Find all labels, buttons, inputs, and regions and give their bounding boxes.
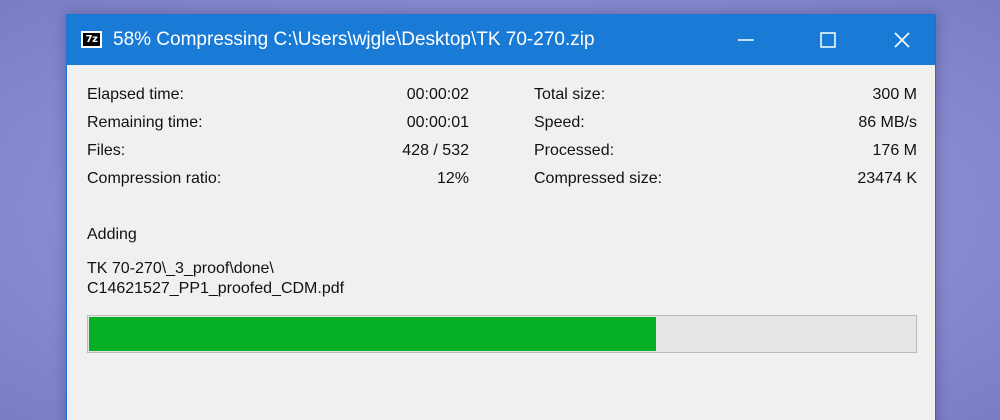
elapsed-time-label: Elapsed time:	[87, 86, 184, 103]
files-value: 428 / 532	[402, 142, 469, 159]
close-icon	[894, 32, 910, 48]
title-bar[interactable]: 7z 58% Compressing C:\Users\wjgle\Deskto…	[67, 15, 935, 65]
maximize-button[interactable]	[797, 15, 859, 65]
speed-value: 86 MB/s	[858, 114, 917, 131]
dialog-body: Elapsed time: 00:00:02 Remaining time: 0…	[67, 65, 935, 420]
speed-label: Speed:	[534, 114, 585, 131]
7zip-app-icon[interactable]: 7z	[81, 31, 102, 48]
compressed-size-label: Compressed size:	[534, 170, 663, 187]
current-file-path-line1: TK 70-270\_3_proof\done\	[87, 260, 274, 277]
compression-ratio-label: Compression ratio:	[87, 170, 222, 187]
remaining-time-label: Remaining time:	[87, 114, 203, 131]
compression-ratio-value: 12%	[436, 170, 469, 187]
app-icon-text: 7z	[83, 33, 100, 46]
close-button[interactable]	[871, 15, 933, 65]
compression-dialog: 7z 58% Compressing C:\Users\wjgle\Deskto…	[66, 14, 936, 420]
elapsed-time-value: 00:00:02	[406, 86, 469, 103]
remaining-time-value: 00:00:01	[406, 114, 469, 131]
compressed-size-value: 23474 K	[857, 170, 917, 187]
progress-bar	[87, 315, 917, 353]
total-size-label: Total size:	[534, 86, 606, 103]
current-action-label: Adding	[87, 226, 137, 243]
total-size-value: 300 M	[872, 86, 917, 103]
processed-value: 176 M	[872, 142, 917, 159]
processed-label: Processed:	[534, 142, 615, 159]
window-title: 58% Compressing C:\Users\wjgle\Desktop\T…	[113, 29, 595, 50]
maximize-icon	[820, 32, 836, 48]
progress-bar-fill	[89, 317, 656, 351]
minimize-button[interactable]	[715, 15, 777, 65]
minimize-icon	[738, 39, 754, 41]
files-label: Files:	[87, 142, 126, 159]
current-file-path-line2: C14621527_PP1_proofed_CDM.pdf	[87, 280, 345, 297]
